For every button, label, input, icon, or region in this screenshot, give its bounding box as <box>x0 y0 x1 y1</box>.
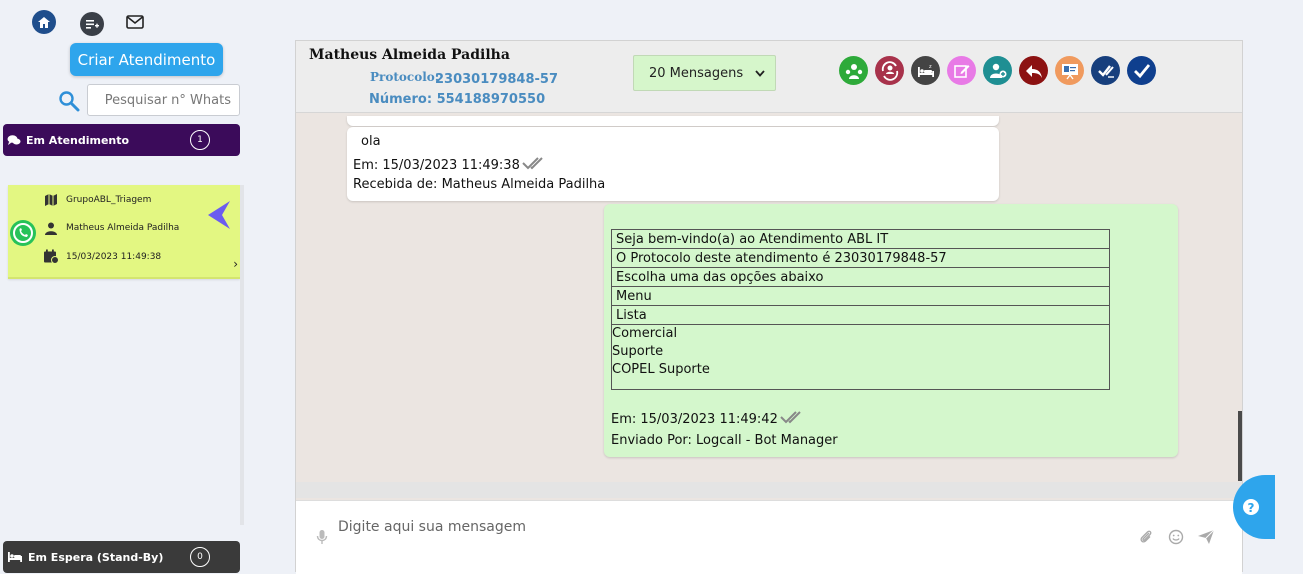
search-icon[interactable] <box>58 90 80 116</box>
send-icon[interactable] <box>1197 529 1215 549</box>
reply-back-icon[interactable] <box>1019 56 1048 85</box>
outgoing-sender: Enviado Por: Logcall - Bot Manager <box>611 433 838 448</box>
paperclip-icon[interactable] <box>1139 529 1153 549</box>
menu-row: O Protocolo deste atendimento é 23030179… <box>611 248 1110 268</box>
whatsapp-icon <box>8 218 38 252</box>
chat-panel: Matheus Almeida Padilha Protocolo: 23030… <box>295 40 1243 574</box>
emoji-icon[interactable] <box>1168 529 1184 549</box>
chevron-right-icon[interactable]: › <box>233 257 238 271</box>
in-service-label: Em Atendimento <box>26 133 130 147</box>
action-toolbar: z <box>839 56 1156 85</box>
user-icon <box>42 221 60 235</box>
home-icon[interactable] <box>32 10 56 34</box>
svg-text:?: ? <box>1248 501 1255 515</box>
calendar-icon <box>42 249 60 264</box>
standby-section[interactable]: Em Espera (Stand-By) 0 <box>3 541 240 573</box>
outgoing-message: Seja bem-vindo(a) ao Atendimento ABL IT … <box>604 204 1178 457</box>
mail-icon[interactable] <box>125 14 145 30</box>
presentation-icon[interactable] <box>1055 56 1084 85</box>
search-input[interactable] <box>87 84 240 116</box>
chat-bubbles-icon <box>7 134 21 146</box>
chat-card[interactable]: GrupoABL_Triagem Matheus Almeida Padilha… <box>8 185 240 279</box>
menu-option: COPEL Suporte <box>612 362 710 377</box>
finish-multiple-icon[interactable] <box>1091 56 1120 85</box>
sidebar-scrollbar[interactable] <box>240 185 244 525</box>
edit-note-icon[interactable] <box>947 56 976 85</box>
incoming-date-row: Em: 15/03/2023 11:49:38 <box>353 156 548 174</box>
card-group-label: GrupoABL_Triagem <box>66 195 152 205</box>
card-contact-label: Matheus Almeida Padilha <box>66 223 180 233</box>
card-datetime-label: 15/03/2023 11:49:38 <box>66 251 162 262</box>
menu-row: Menu <box>611 286 1110 306</box>
protocol-label: Protocolo: <box>370 70 440 84</box>
chat-scrollbar[interactable] <box>1238 411 1242 481</box>
card-group-row: GrupoABL_Triagem <box>42 193 151 207</box>
map-icon <box>42 193 60 207</box>
card-contact-row: Matheus Almeida Padilha <box>42 221 179 235</box>
message-input[interactable] <box>336 511 1120 543</box>
standby-count: 0 <box>190 547 210 567</box>
standby-label: Em Espera (Stand-By) <box>28 550 164 564</box>
bed-icon <box>7 551 23 563</box>
message-count-select[interactable]: 20 Mensagens <box>633 55 776 91</box>
transfer-icon[interactable] <box>875 56 904 85</box>
microphone-icon[interactable] <box>316 529 328 549</box>
contact-name: Matheus Almeida Padilha <box>309 47 510 63</box>
incoming-text: ola <box>361 134 381 149</box>
incoming-date: Em: 15/03/2023 11:49:38 <box>353 157 520 173</box>
create-attendance-button[interactable]: Criar Atendimento <box>70 43 223 76</box>
standby-bed-icon[interactable]: z <box>911 56 940 85</box>
menu-options-cell: Comercial Suporte COPEL Suporte <box>611 324 1110 390</box>
menu-option: Suporte <box>612 344 664 359</box>
chevron-down-icon <box>755 66 765 81</box>
message-composer <box>296 500 1242 574</box>
menu-option: Comercial <box>612 326 678 341</box>
menu-row: Escolha uma das opções abaixo <box>611 267 1110 287</box>
add-contact-icon[interactable] <box>983 56 1012 85</box>
message-count-value: 20 Mensagens <box>649 65 744 81</box>
double-check-icon <box>780 410 806 428</box>
bot-menu-table: Seja bem-vindo(a) ao Atendimento ABL IT … <box>611 229 1110 390</box>
menu-row: Lista <box>611 305 1110 325</box>
card-date-row: 15/03/2023 11:49:38 <box>42 249 161 264</box>
finish-check-icon[interactable] <box>1127 56 1156 85</box>
incoming-from: Recebida de: Matheus Almeida Padilha <box>353 177 606 192</box>
protocol-value: 23030179848-57 <box>435 72 558 87</box>
chat-footer-strip <box>296 482 1242 498</box>
previous-message-bubble <box>347 116 999 126</box>
in-service-section[interactable]: Em Atendimento 1 <box>3 124 240 156</box>
incoming-message: ola Em: 15/03/2023 11:49:38 Recebida de:… <box>347 127 999 201</box>
outgoing-date: Em: 15/03/2023 11:49:42 <box>611 411 778 427</box>
svg-text:z: z <box>929 64 932 70</box>
selected-pointer-icon <box>206 199 232 235</box>
list-add-icon[interactable] <box>80 12 104 36</box>
double-check-icon <box>522 156 548 174</box>
phone-number: Número: 554188970550 <box>369 92 546 107</box>
outgoing-date-row: Em: 15/03/2023 11:49:42 <box>611 410 806 428</box>
menu-row: Seja bem-vindo(a) ao Atendimento ABL IT <box>611 229 1110 249</box>
chat-header: Matheus Almeida Padilha Protocolo: 23030… <box>296 41 1242 113</box>
in-service-count: 1 <box>190 130 210 150</box>
group-users-icon[interactable] <box>839 56 868 85</box>
